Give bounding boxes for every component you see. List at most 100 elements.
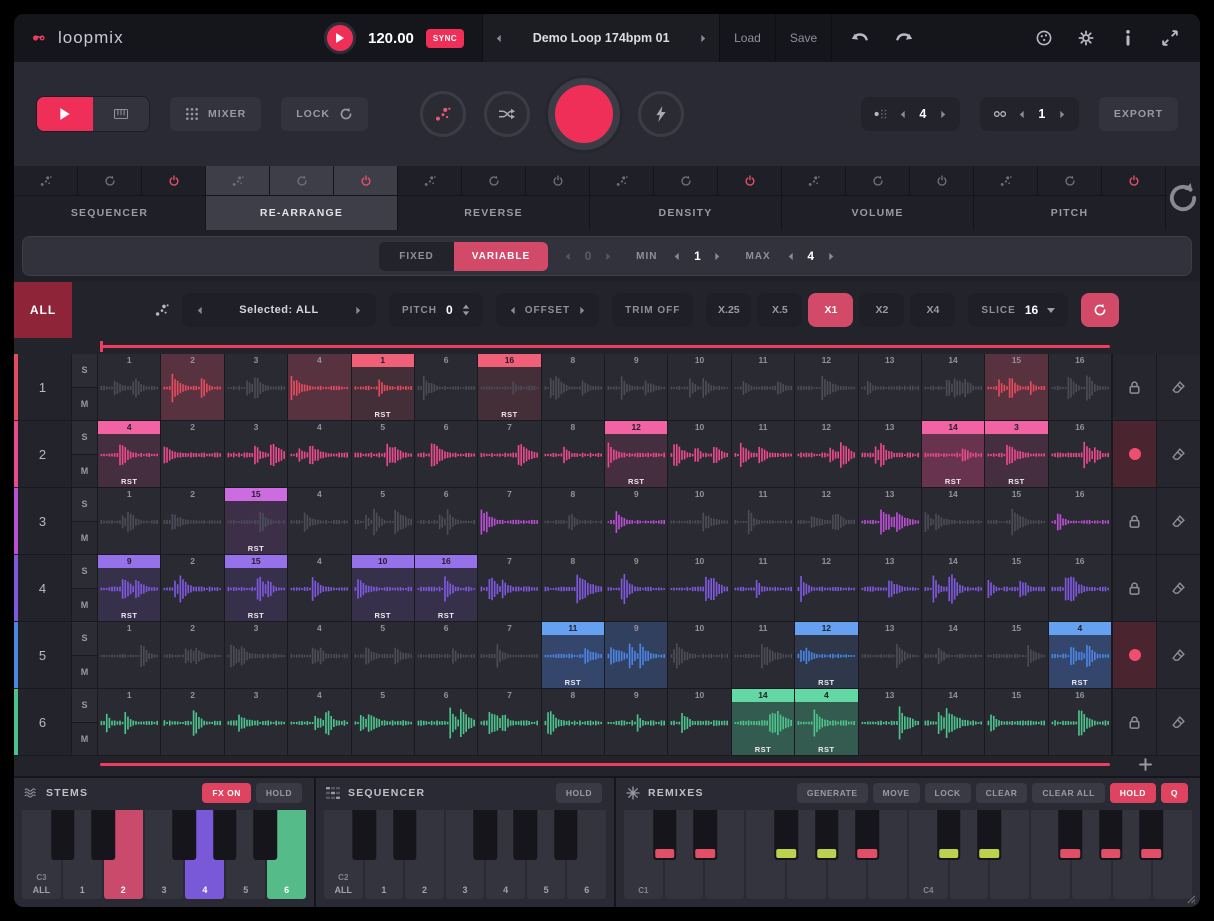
randomize-icon[interactable] (206, 166, 270, 195)
remixes-black-key[interactable] (1099, 810, 1123, 860)
slice-cell-9[interactable]: 12RST (605, 421, 668, 487)
fx-on-button[interactable]: FX ON (202, 783, 250, 803)
instant-knob[interactable] (638, 91, 684, 137)
slice-cell-16[interactable]: 4RST (1049, 622, 1112, 688)
multiplier-x.25[interactable]: X.25 (706, 293, 751, 327)
mute-button[interactable]: M (72, 656, 97, 689)
slice-cell-15[interactable]: 15 (985, 555, 1048, 621)
trim-button[interactable]: TRIM OFF (612, 293, 693, 327)
slice-cell-3[interactable]: 3 (225, 622, 288, 688)
solo-button[interactable]: S (72, 354, 97, 388)
slice-cell-3[interactable]: 3 (225, 354, 288, 420)
slice-cell-13[interactable]: 13 (859, 421, 922, 487)
slice-cell-15[interactable]: 15 (985, 354, 1048, 420)
power-icon[interactable] (910, 166, 973, 195)
play-button[interactable] (324, 22, 356, 54)
track-clear-button[interactable] (1156, 354, 1200, 420)
slice-cell-5[interactable]: 1RST (352, 354, 415, 420)
pattern-next-icon[interactable] (940, 110, 947, 119)
track-clear-button[interactable] (1156, 689, 1200, 755)
track-number[interactable]: 1 (14, 354, 72, 420)
track-number[interactable]: 5 (14, 622, 72, 688)
tab-density[interactable]: DENSITY (590, 166, 782, 230)
track-number[interactable]: 2 (14, 421, 72, 487)
track-lock-button[interactable] (1112, 689, 1156, 755)
slice-cell-12[interactable]: 12RST (795, 622, 858, 688)
slice-cell-16[interactable]: 16 (1049, 354, 1112, 420)
save-button[interactable]: Save (776, 14, 832, 62)
slice-cell-6[interactable]: 6 (415, 421, 478, 487)
mute-button[interactable]: M (72, 522, 97, 555)
slice-cell-10[interactable]: 10 (668, 421, 731, 487)
tab-pitch[interactable]: PITCH (974, 166, 1166, 230)
slice-cell-13[interactable]: 13 (859, 354, 922, 420)
shuffle-knob[interactable] (484, 91, 530, 137)
slice-cell-7[interactable]: 7 (478, 555, 541, 621)
selection-prev-icon[interactable] (196, 306, 203, 315)
stems-hold-button[interactable]: HOLD (256, 783, 302, 803)
tab-re-arrange[interactable]: RE-ARRANGE (206, 166, 398, 230)
remix-clear-all-button[interactable]: CLEAR ALL (1032, 783, 1104, 803)
slice-cell-16[interactable]: 16 (1049, 488, 1112, 554)
solo-button[interactable]: S (72, 555, 97, 589)
remix-lock-button[interactable]: LOCK (925, 783, 971, 803)
refresh-icon[interactable] (270, 166, 334, 195)
chevron-right-icon[interactable] (714, 252, 721, 261)
tabs-refresh-icon[interactable] (1166, 166, 1200, 230)
slice-cell-9[interactable]: 9 (605, 488, 668, 554)
pattern-prev-icon[interactable] (899, 110, 906, 119)
slice-cell-16[interactable]: 16 (1049, 689, 1112, 755)
slice-cell-11[interactable]: 11 (732, 421, 795, 487)
loop-active-indicator[interactable] (1112, 622, 1156, 688)
loop-view-button[interactable] (37, 97, 93, 131)
stems-black-key[interactable] (91, 810, 115, 860)
randomize-icon[interactable] (590, 166, 654, 195)
refresh-icon[interactable] (654, 166, 718, 195)
slice-cell-12[interactable]: 12 (795, 354, 858, 420)
slice-cell-7[interactable]: 16RST (478, 354, 541, 420)
slice-cell-1[interactable]: 1 (98, 488, 161, 554)
sequencer-black-key[interactable] (393, 810, 416, 860)
remixes-black-key[interactable] (653, 810, 677, 860)
power-icon[interactable] (334, 166, 397, 195)
slice-cell-12[interactable]: 12 (795, 421, 858, 487)
master-trigger-button[interactable] (548, 78, 620, 150)
refresh-icon[interactable] (78, 166, 142, 195)
slice-cell-1[interactable]: 1 (98, 354, 161, 420)
multiplier-x.5[interactable]: X.5 (757, 293, 802, 327)
slice-cell-9[interactable]: 9 (605, 555, 668, 621)
resize-grip-icon[interactable] (1185, 893, 1196, 904)
slice-cell-8[interactable]: 8 (542, 555, 605, 621)
resize-window-icon[interactable] (1162, 30, 1178, 46)
relock-refresh-icon[interactable] (339, 107, 353, 121)
slice-cell-8[interactable]: 8 (542, 354, 605, 420)
multiplier-x4[interactable]: X4 (910, 293, 955, 327)
slice-cell-6[interactable]: 6 (415, 354, 478, 420)
slice-cell-11[interactable]: 11 (732, 354, 795, 420)
slice-count-dropdown[interactable]: SLICE 16 (968, 293, 1068, 327)
solo-button[interactable]: S (72, 488, 97, 522)
slice-cell-5[interactable]: 5 (352, 421, 415, 487)
slice-cell-7[interactable]: 7 (478, 622, 541, 688)
slice-cell-2[interactable]: 2 (161, 555, 224, 621)
slice-cell-3[interactable]: 3 (225, 689, 288, 755)
loop-next-icon[interactable] (1059, 110, 1066, 119)
keys-view-button[interactable] (93, 97, 149, 131)
offset-control[interactable]: OFFSET (496, 293, 599, 327)
slice-cell-3[interactable]: 3 (225, 421, 288, 487)
slice-cell-13[interactable]: 13 (859, 622, 922, 688)
slice-cell-2[interactable]: 2 (161, 488, 224, 554)
slice-cell-6[interactable]: 6 (415, 689, 478, 755)
tab-reverse[interactable]: REVERSE (398, 166, 590, 230)
info-icon[interactable] (1120, 30, 1136, 46)
slice-cell-5[interactable]: 5 (352, 622, 415, 688)
slice-cell-1[interactable]: 4RST (98, 421, 161, 487)
slice-cell-7[interactable]: 7 (478, 488, 541, 554)
pitch-control[interactable]: PITCH 0 (389, 293, 483, 327)
export-button[interactable]: EXPORT (1099, 97, 1178, 131)
remixes-black-key[interactable] (1140, 810, 1164, 860)
track-lock-button[interactable] (1112, 354, 1156, 420)
slice-cell-16[interactable]: 16 (1049, 555, 1112, 621)
slice-cell-4[interactable]: 4 (288, 555, 351, 621)
sequencer-hold-button[interactable]: HOLD (556, 783, 602, 803)
